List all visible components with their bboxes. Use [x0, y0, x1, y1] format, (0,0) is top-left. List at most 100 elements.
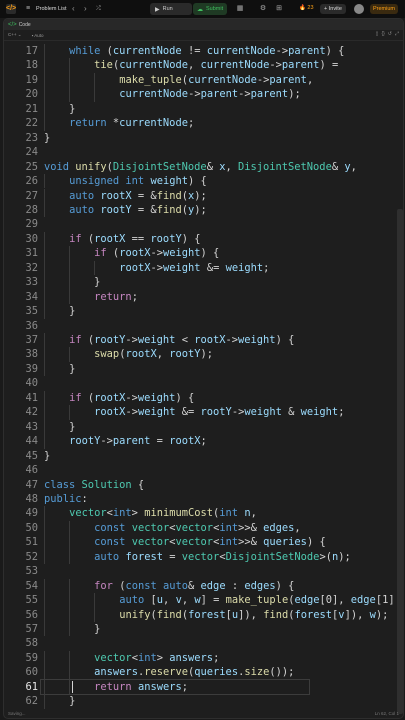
code-token: }: [69, 362, 76, 375]
code-token: ->: [150, 247, 163, 260]
line-number: 35: [25, 305, 38, 318]
indent-guide: [44, 246, 45, 261]
code-line: 25 void unify(DisjointSetNode& x, Disjoin…: [4, 160, 396, 174]
settings-gear-icon[interactable]: ⚙: [258, 4, 268, 14]
indent-guide: [44, 116, 45, 131]
grid-icon[interactable]: ⊞: [274, 4, 284, 14]
code-token: ) {: [275, 334, 295, 346]
code-token: size: [244, 666, 270, 679]
code-token: unsigned: [69, 175, 120, 188]
avatar[interactable]: [354, 4, 364, 14]
line-number: 24: [25, 146, 38, 159]
code-token: &: [331, 160, 345, 173]
code-token: ) {: [200, 247, 220, 260]
list-icon[interactable]: ≡: [26, 5, 30, 13]
code-line: 58: [4, 636, 396, 650]
indent-guide: [69, 275, 71, 290]
problem-list-link[interactable]: Problem List: [36, 6, 67, 12]
line-number: 28: [25, 203, 38, 216]
scrollbar-thumb[interactable]: [397, 209, 403, 714]
indent-guide: [69, 650, 71, 666]
code-token: const: [94, 536, 126, 549]
code-token: );: [375, 608, 389, 621]
code-token: =: [163, 550, 182, 563]
code-text: }: [69, 362, 75, 376]
code-token: (: [106, 247, 120, 260]
indent-guide: [44, 361, 45, 377]
tab-code[interactable]: </> Code: [8, 22, 31, 28]
play-icon: ▶: [155, 6, 160, 13]
leetcode-logo-icon[interactable]: </>: [6, 4, 16, 14]
code-token: for: [94, 579, 113, 592]
code-token: (: [81, 391, 95, 404]
indent-guide: [44, 275, 45, 290]
code-token: parent: [200, 88, 239, 101]
shuffle-icon[interactable]: ⤮: [96, 4, 101, 14]
code-token: ->: [231, 406, 245, 419]
code-token: >: [131, 507, 145, 520]
code-text: for (const auto& edge : edges) {: [94, 579, 294, 593]
code-token: rootX: [119, 247, 151, 260]
bookmark-icon[interactable]: ▯: [376, 31, 379, 37]
code-line: 60 answers.reserve(queries.size());: [4, 665, 396, 680]
code-token: (: [81, 334, 95, 346]
line-number: 42: [25, 406, 38, 419]
code-token: unify: [119, 608, 151, 621]
code-token: return: [94, 680, 132, 693]
indent-guide: [44, 289, 45, 305]
line-number: 37: [25, 334, 38, 346]
code-token: );: [194, 203, 207, 216]
code-token: if: [69, 391, 82, 404]
line-number: 50: [25, 521, 38, 534]
code-line: 62}: [4, 694, 396, 709]
line-number: 47: [25, 478, 38, 491]
code-token: ->: [256, 73, 270, 86]
reset-icon[interactable]: ↺: [388, 31, 392, 37]
next-problem-icon[interactable]: ›: [84, 4, 87, 14]
code-line: 23}: [4, 131, 396, 145]
run-button[interactable]: ▶ Run: [150, 3, 192, 15]
code-editor[interactable]: 17 while (currentNode != currentNode->par…: [4, 41, 396, 711]
code-line: 34 return;: [4, 289, 396, 305]
language-select[interactable]: C++ ⌄: [8, 32, 22, 38]
invite-button[interactable]: + Invite: [320, 4, 346, 14]
premium-button[interactable]: Premium: [370, 4, 399, 14]
indent-guide: [44, 578, 45, 594]
prev-problem-icon[interactable]: ‹: [72, 4, 75, 14]
code-token: );: [338, 550, 351, 563]
code-token: :: [225, 579, 245, 592]
top-bar: </> ≡ Problem List ‹ › ⤮ ▶ Run ☁ Submit …: [0, 0, 405, 18]
code-text: auto [u, v, w] = make_tuple(edge[0], edg…: [119, 593, 396, 607]
submit-button[interactable]: ☁ Submit: [193, 3, 227, 15]
indent-guide: [69, 405, 71, 420]
code-token: swap: [94, 348, 120, 361]
indent-guide: [94, 260, 96, 276]
layout-icon[interactable]: ▦: [235, 4, 245, 14]
code-line: 28 auto rootY = &find(y);: [4, 202, 396, 218]
code-line: 47 class Solution {: [4, 478, 396, 492]
indent-guide: [69, 535, 71, 550]
code-text: auto rootX = &find(x);: [69, 189, 207, 203]
code-token: weight: [300, 406, 339, 419]
code-token: currentNode: [119, 88, 189, 101]
auto-mode-toggle[interactable]: ▪ Auto: [32, 33, 44, 38]
indent-guide: [44, 622, 45, 637]
code-line: 17 while (currentNode != currentNode->par…: [4, 44, 396, 59]
code-token: rootX: [119, 261, 151, 274]
format-braces-icon[interactable]: {}: [381, 31, 384, 37]
line-number: 49: [25, 507, 38, 520]
indent-guide: [69, 246, 71, 261]
streak-counter[interactable]: 🔥 23: [299, 5, 314, 11]
code-line: 41 if (rootX->weight) {: [4, 390, 396, 406]
expand-icon[interactable]: ⤢: [395, 31, 399, 37]
code-token: ->: [125, 391, 138, 404]
code-line: 46: [4, 463, 396, 477]
indent-guide: [44, 535, 45, 550]
indent-guide: [44, 44, 45, 59]
code-token: weight: [225, 261, 264, 274]
code-line: 49 vector<int> minimumCost(int n,: [4, 506, 396, 521]
code-line: 19 make_tuple(currentNode->parent,: [4, 72, 396, 88]
code-text: make_tuple(currentNode->parent,: [119, 73, 313, 87]
line-number: 58: [25, 637, 38, 650]
code-token: ,: [250, 507, 257, 520]
